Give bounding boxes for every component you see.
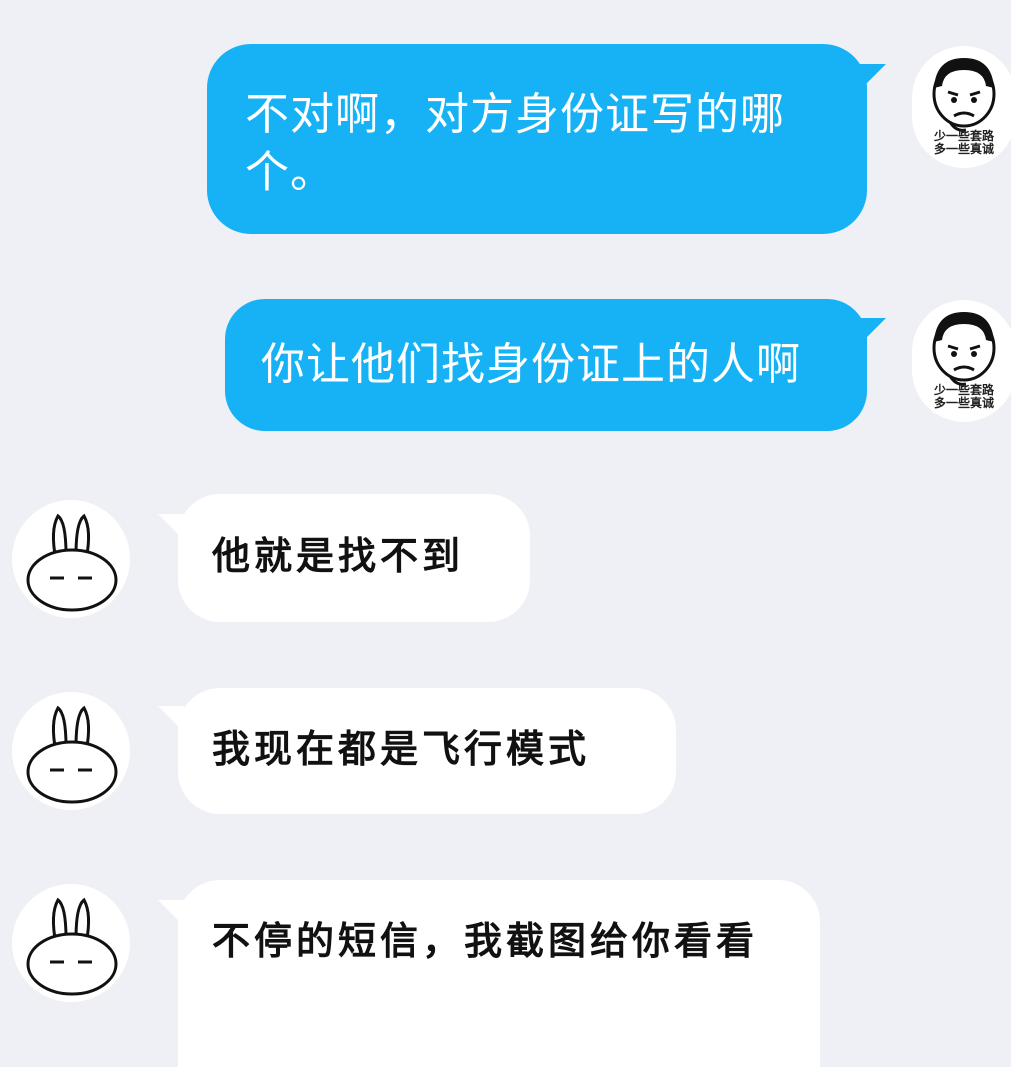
message-text: 不对啊，对方身份证写的哪个。 <box>245 89 785 198</box>
incoming-message-bubble[interactable]: 他就是找不到 <box>178 494 530 622</box>
rabbit-avatar-icon[interactable] <box>12 500 130 618</box>
message-text: 他就是找不到 <box>212 533 465 578</box>
rabbit-avatar-icon[interactable] <box>12 884 130 1002</box>
avatar-caption: 少一些套路 多一些真诚 <box>933 383 994 410</box>
message-text: 不停的短信，我截图给你看看 <box>212 918 759 963</box>
incoming-message-bubble[interactable]: 我现在都是飞行模式 <box>178 688 676 814</box>
message-text: 我现在都是飞行模式 <box>212 726 591 771</box>
meme-boy-avatar-icon[interactable]: 少一些套路 多一些真诚 <box>912 300 1011 422</box>
incoming-message-bubble[interactable]: 不停的短信，我截图给你看看 <box>178 880 820 1067</box>
avatar-caption: 少一些套路 多一些真诚 <box>933 129 994 156</box>
meme-boy-avatar-icon[interactable]: 少一些套路 多一些真诚 <box>912 46 1011 168</box>
bubble-tail <box>860 64 886 90</box>
outgoing-message-bubble[interactable]: 你让他们找身份证上的人啊 <box>225 299 867 431</box>
outgoing-message-bubble[interactable]: 不对啊，对方身份证写的哪个。 <box>207 44 867 234</box>
bubble-tail <box>860 318 886 344</box>
message-text: 你让他们找身份证上的人啊 <box>261 339 801 390</box>
rabbit-avatar-icon[interactable] <box>12 692 130 810</box>
